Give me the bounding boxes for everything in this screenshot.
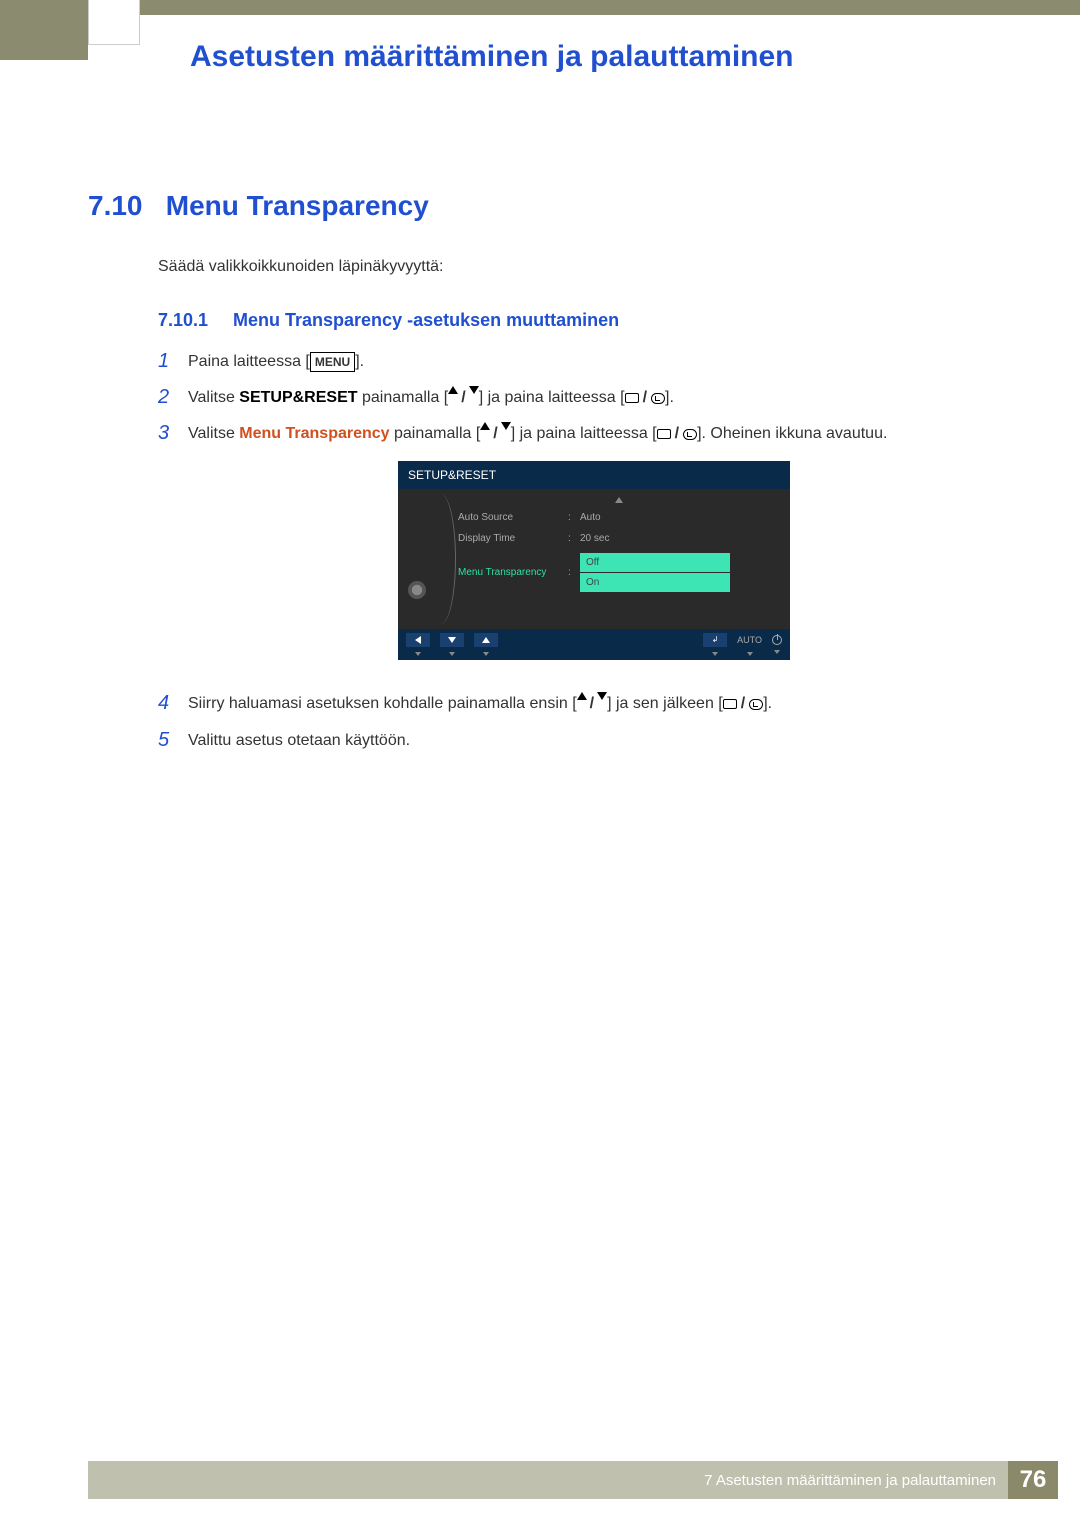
osd-row-display-time: Display Time:20 sec — [458, 528, 780, 549]
osd-option-on: On — [580, 573, 730, 592]
up-down-icon: / — [448, 386, 478, 410]
nav-down-icon — [440, 633, 464, 647]
nav-auto-label: AUTO — [737, 634, 762, 648]
header-tab — [88, 0, 140, 45]
osd-sidebar — [398, 489, 438, 629]
osd-row-auto-source: Auto Source:Auto — [458, 507, 780, 528]
step-2: 2 Valitse SETUP&RESET painamalla [/] ja … — [158, 386, 1000, 410]
step-text: Valittu asetus otetaan käyttöön. — [188, 729, 1000, 753]
step-number: 4 — [158, 692, 188, 715]
page-number: 76 — [1008, 1461, 1058, 1499]
step-5: 5 Valittu asetus otetaan käyttöön. — [158, 729, 1000, 753]
step-text: Siirry haluamasi asetuksen kohdalle pain… — [188, 692, 1000, 716]
chapter-title: Asetusten määrittäminen ja palauttaminen — [190, 40, 794, 74]
intro-text: Säädä valikkoikkunoiden läpinäkyvyyttä: — [158, 258, 444, 276]
osd-option-off: Off — [580, 553, 730, 572]
subsection-title: Menu Transparency -asetuksen muuttaminen — [233, 310, 619, 330]
step-text: Valitse Menu Transparency painamalla [/]… — [188, 422, 1000, 680]
menu-button-label: MENU — [310, 352, 355, 372]
step-text: Valitse SETUP&RESET painamalla [/] ja pa… — [188, 386, 1000, 410]
source-enter-icon: / — [657, 422, 697, 446]
scroll-up-icon — [615, 497, 623, 503]
step-number: 1 — [158, 350, 188, 373]
step-number: 5 — [158, 729, 188, 752]
power-icon — [772, 635, 782, 645]
step-4: 4 Siirry haluamasi asetuksen kohdalle pa… — [158, 692, 1000, 716]
section-heading: 7.10 Menu Transparency — [88, 190, 429, 222]
step-number: 3 — [158, 422, 188, 445]
nav-back-icon — [406, 633, 430, 647]
steps-list: 1 Paina laitteessa [MENU]. 2 Valitse SET… — [158, 350, 1000, 765]
gear-icon — [408, 581, 426, 599]
subsection-heading: 7.10.1 Menu Transparency -asetuksen muut… — [158, 310, 619, 331]
source-enter-icon: / — [625, 386, 665, 410]
step-text: Paina laitteessa [MENU]. — [188, 350, 1000, 374]
subsection-number: 7.10.1 — [158, 310, 228, 331]
nav-up-icon — [474, 633, 498, 647]
section-title: Menu Transparency — [166, 190, 429, 221]
footer-text: 7 Asetusten määrittäminen ja palauttamin… — [704, 1472, 1008, 1489]
header-color-block — [0, 0, 88, 60]
osd-nav-bar: ↲ AUTO — [398, 629, 790, 660]
osd-title: SETUP&RESET — [398, 461, 790, 489]
osd-row-menu-transparency: Menu Transparency: Off On — [458, 549, 780, 596]
section-number: 7.10 — [88, 190, 158, 222]
up-down-icon: / — [577, 692, 607, 716]
step-1: 1 Paina laitteessa [MENU]. — [158, 350, 1000, 374]
osd-screenshot: SETUP&RESET Auto Source:Auto Display Tim… — [398, 461, 790, 660]
page-footer: 7 Asetusten määrittäminen ja palauttamin… — [88, 1461, 1058, 1499]
step-number: 2 — [158, 386, 188, 409]
source-enter-icon: / — [723, 692, 763, 716]
up-down-icon: / — [480, 422, 510, 446]
nav-enter-icon: ↲ — [703, 633, 727, 647]
header-strip — [140, 0, 1080, 15]
step-3: 3 Valitse Menu Transparency painamalla [… — [158, 422, 1000, 680]
